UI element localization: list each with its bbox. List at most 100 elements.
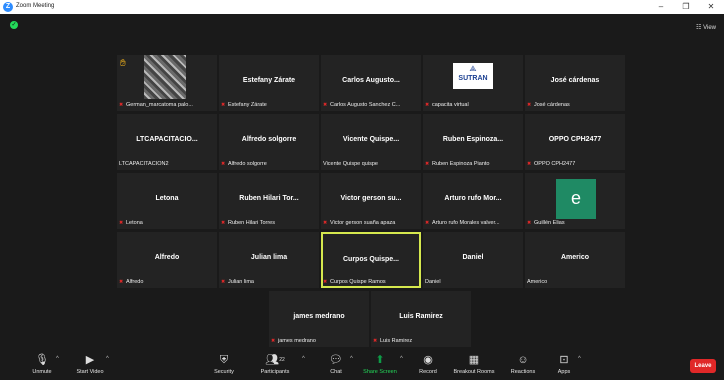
participant-name-text: james medrano <box>278 338 316 344</box>
participant-tile[interactable]: Ruben Espinoza... Ruben Espinoza Pianto <box>423 114 523 170</box>
chat-options-caret[interactable]: ^ <box>350 356 353 362</box>
zoom-logo-icon: Z <box>3 2 13 12</box>
participant-name-text: capacita virtual <box>432 102 469 108</box>
participants-count: 22 <box>279 357 285 363</box>
participant-tile[interactable]: Julian lima Julian lima <box>219 232 319 288</box>
security-shield-icon[interactable]: ✓ <box>10 21 18 29</box>
view-button[interactable]: ☷ View <box>696 24 716 31</box>
participant-display-name: Vicente Quispe... <box>342 136 400 143</box>
participant-display-name: José cárdenas <box>550 77 600 84</box>
participant-display-name: Curpos Quispe... <box>342 256 399 263</box>
participant-tile[interactable]: ⟁ SUTRAN capacita virtual <box>423 55 523 111</box>
participant-tile[interactable]: Estefany Zárate Estefany Zárate <box>219 55 319 111</box>
participant-tile[interactable]: Daniel Daniel <box>423 232 523 288</box>
title-bar: Z Zoom Meeting – ❐ ✕ <box>0 0 724 14</box>
muted-mic-icon <box>221 161 226 167</box>
participant-display-name: Ruben Hilari Tor... <box>239 195 299 202</box>
start-video-button[interactable]: ▶ Start Video <box>72 354 108 375</box>
share-options-caret[interactable]: ^ <box>400 356 403 362</box>
muted-mic-icon <box>527 161 532 167</box>
participant-tile[interactable]: Ruben Hilari Tor... Ruben Hilari Torres <box>219 173 319 229</box>
participant-name-text: OPPO CPH2477 <box>534 161 576 167</box>
breakout-rooms-button[interactable]: ▦ Breakout Rooms <box>448 354 500 375</box>
participant-name-text: Ruben Espinoza Pianto <box>432 161 490 167</box>
share-screen-button[interactable]: ⬆ Share Screen <box>360 354 400 375</box>
audio-options-caret[interactable]: ^ <box>56 356 59 362</box>
participant-name-text: Letona <box>126 220 143 226</box>
participant-tile[interactable]: Curpos Quispe... Curpos Quispe Ramos <box>321 232 421 288</box>
participant-name-label: Americo <box>527 279 547 285</box>
muted-mic-icon <box>425 102 430 108</box>
participant-tile[interactable]: Victor gerson su... Victor gerson suaña a… <box>321 173 421 229</box>
participant-display-name: Daniel <box>462 254 484 261</box>
maximize-button[interactable]: ❐ <box>679 2 693 12</box>
participant-tile[interactable]: Vicente Quispe... Vicente Quispe quispe <box>321 114 421 170</box>
leave-button[interactable]: Leave <box>690 359 716 373</box>
participant-name-text: Carlos Augusto Sanchez C... <box>330 102 401 108</box>
participant-name-label: OPPO CPH2477 <box>527 161 575 167</box>
window-title: Zoom Meeting <box>16 3 55 9</box>
participant-tile[interactable]: Arturo rufo Mor... Arturo rufo Morales va… <box>423 173 523 229</box>
participant-display-name: Alfredo <box>154 254 180 261</box>
participants-button[interactable]: 👥︎22 Participants <box>256 354 294 375</box>
participant-name-label: Vicente Quispe quispe <box>323 161 378 167</box>
security-button[interactable]: ⛨ Security <box>208 354 240 375</box>
participant-name-label: Julian lima <box>221 279 254 285</box>
participant-name-text: Estefany Zárate <box>228 102 267 108</box>
apps-icon: ⊡ <box>559 354 569 366</box>
sutran-emblem-icon: ⟁ <box>469 64 477 73</box>
participant-tile[interactable]: José cárdenas José cárdenas <box>525 55 625 111</box>
participant-name-text: Vicente Quispe quispe <box>323 161 378 167</box>
muted-mic-icon <box>425 220 430 226</box>
participant-tile[interactable]: Alfredo Alfredo <box>117 232 217 288</box>
participant-tile[interactable]: OPPO CPH2477 OPPO CPH2477 <box>525 114 625 170</box>
participant-tile[interactable]: Americo Americo <box>525 232 625 288</box>
muted-microphone-icon: 🎙︎ <box>35 354 49 366</box>
participant-name-text: Americo <box>527 279 548 285</box>
minimize-button[interactable]: – <box>654 2 668 12</box>
participant-tile[interactable]: james medrano james medrano <box>269 291 369 347</box>
record-button[interactable]: ◉ Record <box>414 354 442 375</box>
participant-display-name: Letona <box>155 195 179 202</box>
participant-name-label: Alfredo solgorre <box>221 161 267 167</box>
participant-display-name: Estefany Zárate <box>242 77 296 84</box>
muted-mic-icon <box>119 220 124 226</box>
participant-name-text: Daniel <box>425 279 441 285</box>
participant-name-text: Victor gerson suaña apaza <box>330 220 396 226</box>
participant-name-label: Curpos Quispe Ramos <box>323 279 386 285</box>
close-button[interactable]: ✕ <box>704 2 718 12</box>
avatar: e <box>556 179 596 219</box>
sutran-logo: ⟁ SUTRAN <box>453 63 493 89</box>
participant-display-name: Americo <box>560 254 589 261</box>
participants-icon: 👥︎22 <box>265 354 285 366</box>
participant-name-label: Estefany Zárate <box>221 102 267 108</box>
participant-name-text: Ruben Hilari Torres <box>228 220 275 226</box>
muted-mic-icon <box>119 279 124 285</box>
participant-name-text: Curpos Quispe Ramos <box>330 279 386 285</box>
participant-tile[interactable]: LTCAPACITACIO... LTCAPACITACION2 <box>117 114 217 170</box>
chat-button[interactable]: 💬︎ Chat <box>324 354 348 375</box>
participant-tile[interactable]: Alfredo solgorre Alfredo solgorre <box>219 114 319 170</box>
video-options-caret[interactable]: ^ <box>106 356 109 362</box>
participants-options-caret[interactable]: ^ <box>302 356 305 362</box>
participant-display-name: LTCAPACITACIO... <box>136 136 198 143</box>
participant-tile[interactable]: ✋︎ German_marcatoma palo... <box>117 55 217 111</box>
participant-tile[interactable]: Luis Ramirez Luis Ramirez <box>371 291 471 347</box>
participant-name-label: Luis Ramirez <box>373 338 412 344</box>
muted-mic-icon <box>221 279 226 285</box>
muted-mic-icon <box>373 338 378 344</box>
participant-tile[interactable]: eGuillén Elias <box>525 173 625 229</box>
participant-display-name: Ruben Espinoza... <box>442 136 504 143</box>
participant-name-label: LTCAPACITACION2 <box>119 161 169 167</box>
unmute-button[interactable]: 🎙︎ Unmute <box>28 354 56 375</box>
apps-button[interactable]: ⊡ Apps <box>552 354 576 375</box>
muted-mic-icon <box>323 220 328 226</box>
reactions-button[interactable]: ☺ Reactions <box>506 354 540 375</box>
participant-display-name: Alfredo solgorre <box>241 136 297 143</box>
participant-name-label: Guillén Elias <box>527 220 565 226</box>
participant-display-name: Arturo rufo Mor... <box>444 195 502 202</box>
muted-mic-icon <box>221 220 226 226</box>
apps-options-caret[interactable]: ^ <box>578 356 581 362</box>
participant-tile[interactable]: Letona Letona <box>117 173 217 229</box>
participant-tile[interactable]: Carlos Augusto... Carlos Augusto Sanchez … <box>321 55 421 111</box>
